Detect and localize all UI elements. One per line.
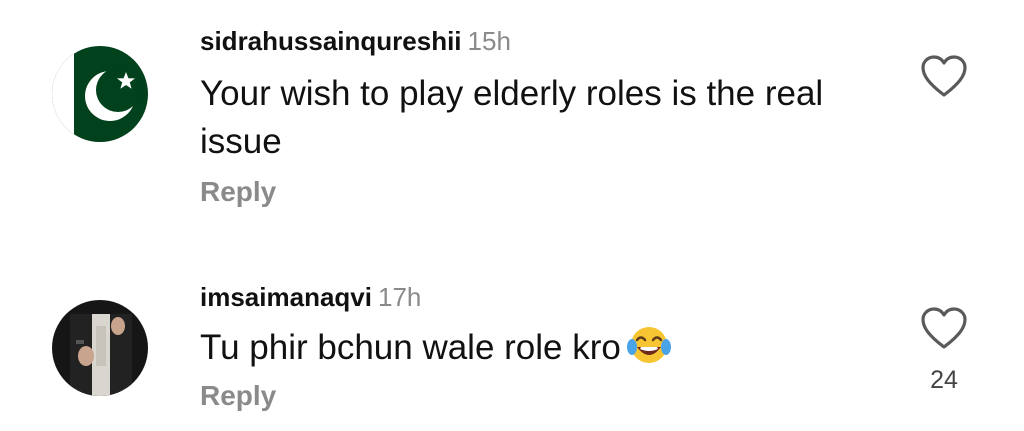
heart-outline-icon bbox=[921, 55, 967, 97]
profile-photo-avatar-icon bbox=[52, 300, 148, 396]
comment-text: Your wish to play elderly roles is the r… bbox=[200, 74, 824, 161]
comment-text-content: Tu phir bchun wale role kro bbox=[200, 328, 621, 367]
like-count: 24 bbox=[930, 366, 958, 394]
comment-meta: sidrahussainqureshii 15h bbox=[200, 26, 511, 56]
comment-meta: imsaimanaqvi 17h bbox=[200, 282, 421, 312]
avatar[interactable] bbox=[52, 300, 148, 396]
heart-outline-icon bbox=[921, 307, 967, 349]
timestamp: 17h bbox=[377, 282, 422, 312]
reply-button[interactable]: Reply bbox=[200, 176, 276, 208]
username[interactable]: imsaimanaqvi bbox=[200, 282, 372, 312]
pakistan-flag-avatar-icon bbox=[52, 46, 148, 142]
avatar[interactable] bbox=[52, 46, 148, 142]
timestamp: 15h bbox=[467, 26, 511, 56]
username[interactable]: sidrahussainqureshii bbox=[200, 26, 462, 56]
face-with-tears-of-joy-icon bbox=[626, 325, 671, 378]
like-button[interactable] bbox=[920, 306, 968, 350]
comment-text: Tu phir bchun wale role kro bbox=[200, 324, 880, 378]
like-button[interactable] bbox=[920, 54, 968, 98]
reply-button[interactable]: Reply bbox=[200, 380, 276, 412]
